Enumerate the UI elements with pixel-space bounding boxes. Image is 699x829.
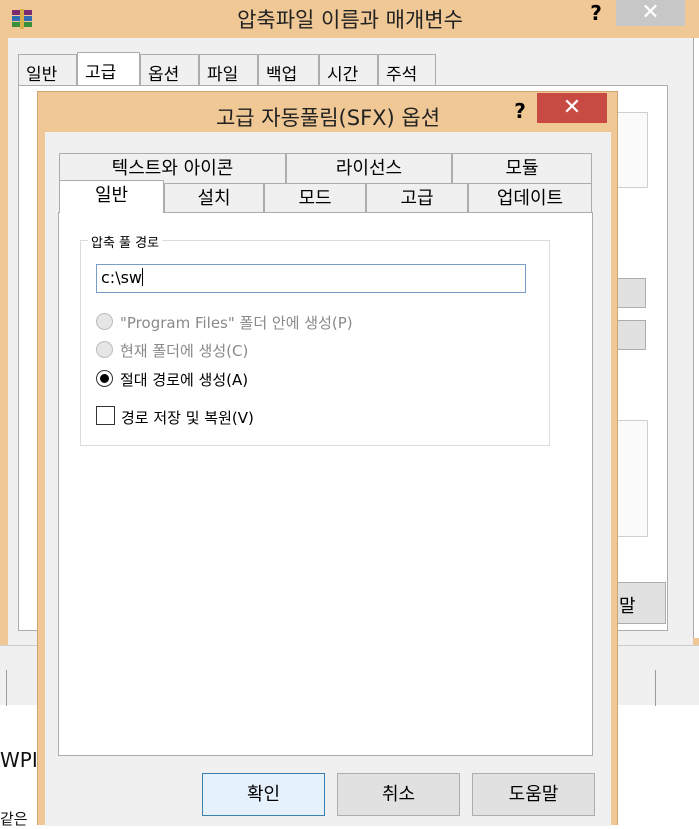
radio-current-folder [96,341,113,358]
sfx-dialog-title: 고급 자동풀림(SFX) 옵션 [215,106,441,130]
tab-update[interactable]: 업데이트 [468,183,592,213]
tab-modules[interactable]: 모듈 [452,153,592,183]
outer-dialog-title: 압축파일 이름과 매개변수 [237,8,463,32]
outer-help-icon[interactable]: ? [584,0,608,26]
toolbar-divider [6,670,7,706]
tab-text-and-icon[interactable]: 텍스트와 아이콘 [59,153,286,183]
outer-help-button-label: 말 [619,596,636,617]
background-text: 같은 [0,810,28,828]
sfx-help-icon[interactable]: ? [508,98,532,124]
outer-title-bar[interactable]: 압축파일 이름과 매개변수 ? ✕ [0,0,699,38]
outer-tab-files[interactable]: 파일 [199,54,258,86]
selected-tab-joiner [60,210,163,214]
sfx-close-button[interactable]: ✕ [537,93,607,123]
extract-path-group-label: 압축 풀 경로 [88,232,163,251]
winrar-icon [12,9,32,29]
outer-tab-backup[interactable]: 백업 [258,54,319,86]
help-button[interactable]: 도움말 [472,773,595,816]
background-window-edge [693,38,699,638]
extract-path-input[interactable]: c:\sw [96,264,526,293]
tab-license[interactable]: 라이선스 [286,153,452,183]
radio-program-files [96,313,113,330]
toolbar-divider [655,670,656,706]
radio-current-folder-label: 현재 폴더에 생성(C) [120,342,249,360]
radio-absolute-path[interactable] [96,370,113,387]
background-text: WPI [0,748,38,772]
outer-close-button[interactable]: ✕ [616,0,685,26]
radio-absolute-path-label[interactable]: 절대 경로에 생성(A) [120,369,248,390]
text-caret [142,268,143,286]
outer-tab-advanced[interactable]: 고급 [77,52,140,88]
outer-tab-options[interactable]: 옵션 [140,54,199,86]
tab-mode[interactable]: 모드 [264,183,366,213]
tab-setup[interactable]: 설치 [164,183,264,213]
extract-path-value: c:\sw [101,268,142,287]
outer-tab-time[interactable]: 시간 [319,54,378,86]
tab-advanced[interactable]: 고급 [366,183,468,213]
save-restore-path-label[interactable]: 경로 저장 및 복원(V) [121,407,254,428]
outer-tab-general[interactable]: 일반 [18,54,77,86]
save-restore-path-checkbox[interactable] [96,406,115,425]
cancel-button[interactable]: 취소 [337,773,460,816]
ok-button[interactable]: 확인 [202,773,325,816]
tab-general[interactable]: 일반 [59,180,164,213]
outer-tab-comment[interactable]: 주석 [378,54,436,86]
radio-program-files-label: "Program Files" 폴더 안에 생성(P) [120,314,353,332]
